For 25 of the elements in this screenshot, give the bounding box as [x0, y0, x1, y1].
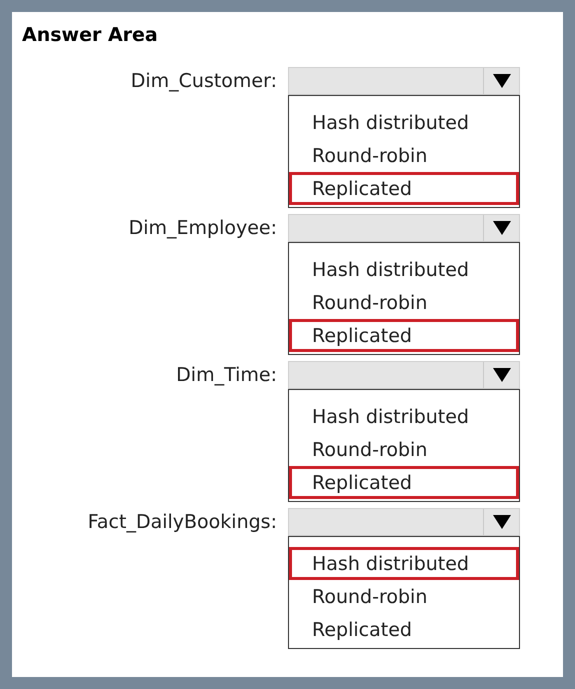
- caret-icon: [492, 221, 510, 235]
- caret-icon: [492, 368, 510, 382]
- field-label: Dim_Time:: [176, 363, 277, 388]
- dropdown-option[interactable]: Replicated: [289, 613, 519, 646]
- dropdown-option[interactable]: Round-robin: [289, 286, 519, 319]
- dropdown-option[interactable]: Hash distributed: [289, 400, 519, 433]
- dropdown-option[interactable]: Round-robin: [289, 433, 519, 466]
- dropdown-option[interactable]: Replicated: [289, 172, 519, 205]
- dropdown[interactable]: [288, 214, 520, 242]
- dropdown-option[interactable]: Replicated: [289, 466, 519, 499]
- dropdown-option[interactable]: Round-robin: [289, 580, 519, 613]
- caret-icon: [492, 74, 510, 88]
- dropdown-option[interactable]: Replicated: [289, 319, 519, 352]
- dropdown-option[interactable]: Hash distributed: [289, 106, 519, 139]
- dropdown[interactable]: [288, 508, 520, 536]
- field-label: Fact_DailyBookings:: [88, 510, 277, 535]
- dropdown-option[interactable]: Round-robin: [289, 139, 519, 172]
- dropdown[interactable]: [288, 361, 520, 389]
- dropdown-option[interactable]: Hash distributed: [289, 547, 519, 580]
- field-label: Dim_Employee:: [128, 216, 277, 241]
- dropdown-option[interactable]: Hash distributed: [289, 253, 519, 286]
- dropdown[interactable]: [288, 67, 520, 95]
- caret-icon: [492, 515, 510, 529]
- panel-title: Answer Area: [22, 26, 159, 45]
- field-label: Dim_Customer:: [130, 69, 277, 94]
